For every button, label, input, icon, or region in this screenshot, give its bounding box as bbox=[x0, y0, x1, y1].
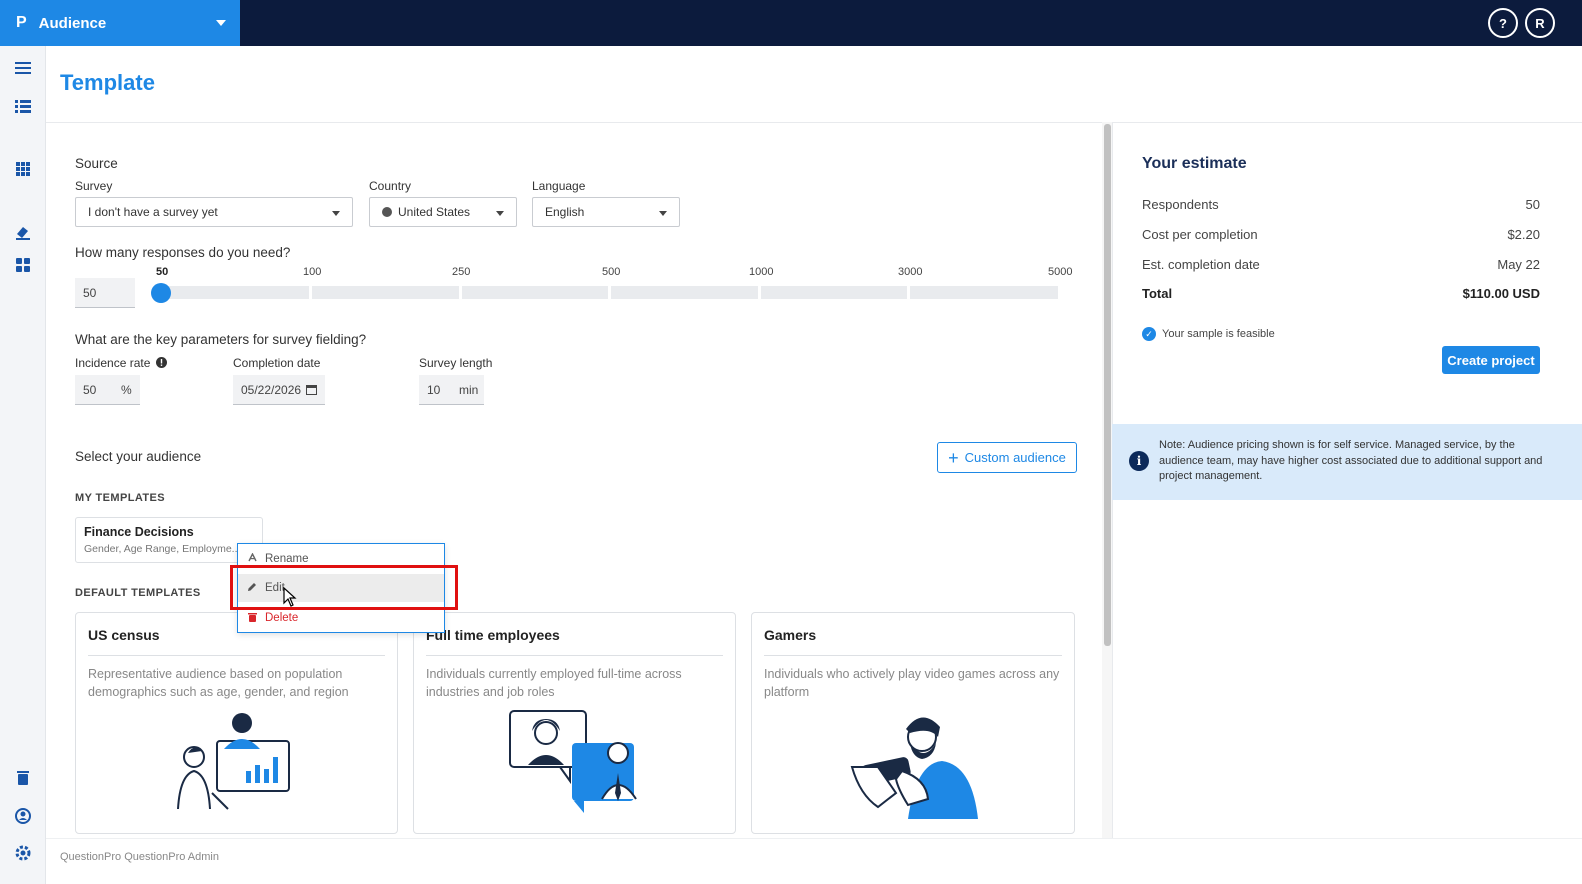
incidence-unit: % bbox=[121, 382, 132, 397]
slider-tick-500[interactable]: 500 bbox=[602, 266, 620, 278]
eraser-icon[interactable] bbox=[13, 222, 33, 242]
census-illustration bbox=[76, 709, 397, 819]
trash-icon[interactable] bbox=[13, 768, 33, 788]
responses-input[interactable]: 50 bbox=[75, 278, 135, 308]
card-description: Representative audience based on populat… bbox=[88, 667, 349, 699]
language-select[interactable]: English bbox=[532, 197, 680, 227]
apps-grid-icon[interactable] bbox=[13, 159, 33, 179]
slider-track[interactable] bbox=[161, 286, 309, 299]
help-button[interactable]: ? bbox=[1488, 8, 1518, 38]
default-templates-heading: DEFAULT TEMPLATES bbox=[75, 587, 201, 599]
slider-tick-5000[interactable]: 5000 bbox=[1048, 266, 1072, 278]
estimate-row-respondents: Respondents 50 bbox=[1142, 197, 1540, 212]
rename-icon bbox=[247, 552, 257, 565]
slider-tick-50[interactable]: 50 bbox=[156, 266, 168, 278]
language-select-value: English bbox=[545, 205, 585, 219]
estimate-title: Your estimate bbox=[1142, 155, 1247, 172]
gear-icon[interactable] bbox=[13, 843, 33, 863]
check-circle-icon: ✓ bbox=[1142, 327, 1156, 341]
feasible-status: ✓ Your sample is feasible bbox=[1142, 327, 1275, 341]
caret-down-icon bbox=[659, 211, 667, 216]
mouse-pointer-icon bbox=[283, 586, 297, 610]
estimate-row-total: Total $110.00 USD bbox=[1142, 286, 1540, 301]
estimate-row-date: Est. completion date May 22 bbox=[1142, 257, 1540, 272]
my-template-card[interactable]: Finance Decisions Gender, Age Range, Emp… bbox=[75, 517, 263, 563]
parameters-question: What are the key parameters for survey f… bbox=[75, 332, 367, 347]
slider-track[interactable] bbox=[910, 286, 1058, 299]
survey-length-input[interactable]: 10 min bbox=[419, 375, 484, 405]
hamburger-menu-icon[interactable] bbox=[13, 58, 33, 78]
page-title: Template bbox=[60, 70, 155, 95]
completion-label: Completion date bbox=[233, 356, 321, 370]
custom-audience-button[interactable]: + Custom audience bbox=[937, 442, 1077, 473]
survey-label: Survey bbox=[75, 179, 113, 193]
slider-track[interactable] bbox=[611, 286, 758, 299]
template-card-gamers[interactable]: Gamers Individuals who actively play vid… bbox=[751, 612, 1075, 834]
length-label: Survey length bbox=[419, 356, 493, 370]
app-name: Audience bbox=[38, 14, 107, 32]
survey-select[interactable]: I don't have a survey yet bbox=[75, 197, 353, 227]
template-card-full-time-employees[interactable]: Full time employees Individuals currentl… bbox=[413, 612, 736, 834]
my-template-subtitle: Gender, Age Range, Employme... bbox=[84, 543, 241, 555]
gamer-illustration bbox=[752, 709, 1074, 819]
caret-down-icon bbox=[496, 211, 504, 216]
audience-heading: Select your audience bbox=[75, 449, 202, 464]
info-icon bbox=[155, 357, 167, 368]
my-templates-heading: MY TEMPLATES bbox=[75, 492, 165, 504]
calendar-icon bbox=[306, 385, 317, 395]
survey-length-value: 10 bbox=[427, 382, 441, 397]
slider-track[interactable] bbox=[462, 286, 608, 299]
country-select[interactable]: United States bbox=[369, 197, 517, 227]
incidence-value: 50 bbox=[83, 382, 97, 397]
list-icon[interactable] bbox=[13, 96, 33, 116]
employees-illustration bbox=[414, 709, 735, 819]
user-avatar[interactable]: R bbox=[1525, 8, 1555, 38]
source-heading: Source bbox=[75, 156, 118, 171]
globe-icon bbox=[382, 207, 392, 217]
country-label: Country bbox=[369, 179, 412, 193]
completion-date-input[interactable]: 05/22/2026 bbox=[233, 375, 325, 405]
survey-select-value: I don't have a survey yet bbox=[88, 205, 218, 219]
plus-icon: + bbox=[948, 447, 959, 468]
card-title: Full time employees bbox=[426, 627, 723, 656]
slider-tick-250[interactable]: 250 bbox=[452, 266, 470, 278]
caret-down-icon bbox=[332, 211, 340, 216]
template-card-us-census[interactable]: US census Representative audience based … bbox=[75, 612, 398, 834]
app-switcher[interactable]: P Audience bbox=[0, 0, 240, 46]
incidence-input[interactable]: 50 % bbox=[75, 375, 140, 405]
language-label: Language bbox=[532, 179, 586, 193]
estimate-row-cost: Cost per completion $2.20 bbox=[1142, 227, 1540, 242]
card-description: Individuals who actively play video game… bbox=[764, 667, 1060, 699]
slider-thumb[interactable] bbox=[151, 283, 171, 303]
slider-tick-100[interactable]: 100 bbox=[303, 266, 321, 278]
trash-icon bbox=[247, 612, 257, 625]
card-description: Individuals currently employed full-time… bbox=[426, 667, 682, 699]
highlight-box bbox=[230, 565, 458, 610]
user-shield-icon[interactable] bbox=[13, 806, 33, 826]
create-project-button[interactable]: Create project bbox=[1442, 346, 1540, 374]
footer bbox=[46, 838, 1582, 884]
scrollbar-thumb[interactable] bbox=[1104, 124, 1111, 646]
slider-track[interactable] bbox=[761, 286, 907, 299]
card-title: Gamers bbox=[764, 627, 1062, 656]
pricing-note-text: Note: Audience pricing shown is for self… bbox=[1159, 439, 1543, 482]
slider-track[interactable] bbox=[312, 286, 459, 299]
slider-tick-3000[interactable]: 3000 bbox=[898, 266, 922, 278]
info-icon: i bbox=[1129, 451, 1149, 471]
my-template-title: Finance Decisions bbox=[84, 525, 194, 539]
footer-text: QuestionPro QuestionPro Admin bbox=[60, 851, 219, 863]
slider-tick-1000[interactable]: 1000 bbox=[749, 266, 773, 278]
dashboard-icon[interactable] bbox=[13, 255, 33, 275]
completion-date-value: 05/22/2026 bbox=[241, 382, 302, 397]
survey-length-unit: min bbox=[459, 382, 479, 397]
incidence-label: Incidence rate bbox=[75, 356, 167, 370]
responses-question: How many responses do you need? bbox=[75, 245, 291, 260]
chevron-down-icon bbox=[216, 20, 226, 26]
country-select-value: United States bbox=[398, 205, 471, 219]
app-logo-icon: P bbox=[16, 14, 27, 31]
